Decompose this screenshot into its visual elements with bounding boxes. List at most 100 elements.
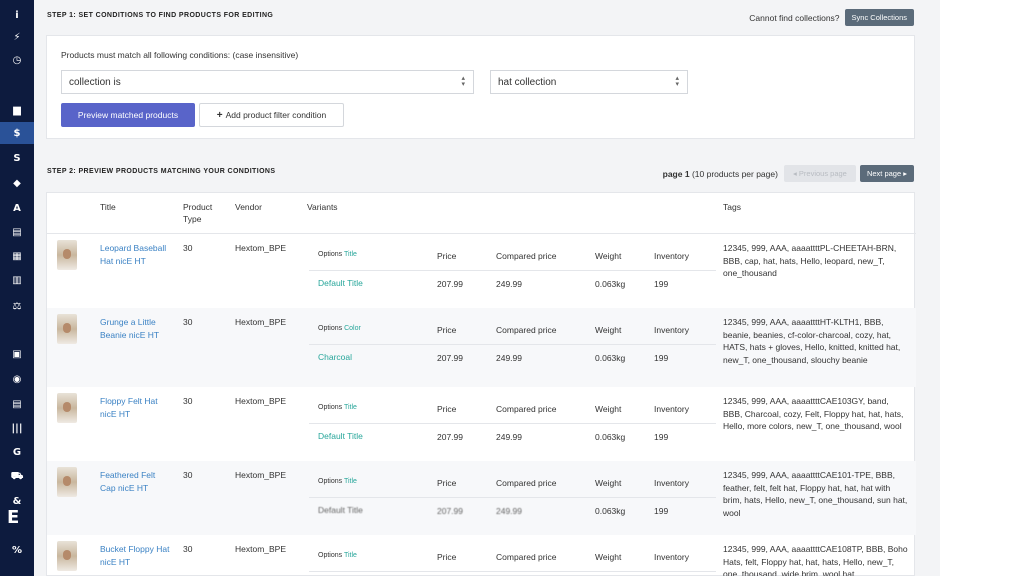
product-type-cell: 30 [183, 396, 193, 406]
table-row: Leopard Baseball Hat nicE HT 30 Hextom_BPE… [47, 234, 916, 308]
options-word: Options [318, 404, 343, 411]
variant-header-inventory: Inventory [654, 552, 689, 562]
previous-page-button[interactable]: ◂ Previous page [783, 165, 856, 182]
sidebar-info-icon[interactable]: i [0, 4, 34, 26]
sidebar-grid-icon[interactable]: ▦ [0, 245, 34, 267]
variant-header-compared: Compared price [496, 478, 557, 488]
sidebar-font-a-icon[interactable]: A [0, 197, 34, 219]
vendor-cell: Hextom_BPE [235, 243, 287, 253]
sidebar-file-icon[interactable]: ▤ [0, 393, 34, 415]
variant-header-weight: Weight [595, 404, 622, 414]
sidebar-strikethrough-s-icon[interactable]: S [0, 147, 34, 169]
select-arrows-icon: ▴ ▾ [675, 75, 679, 88]
sidebar-truck-icon[interactable]: ▆ [0, 99, 34, 121]
step1-title: STEP 1: SET CONDITIONS TO FIND PRODUCTS … [47, 12, 274, 19]
vendor-cell: Hextom_BPE [235, 544, 287, 554]
variant-header-inventory: Inventory [654, 325, 689, 335]
sidebar-eye-icon[interactable]: ◉ [0, 368, 34, 390]
variant-compared-price: 249.99 [496, 506, 522, 516]
table-row: Bucket Floppy Hat nicE HT 30 Hextom_BPE Opt… [47, 535, 916, 576]
product-thumbnail[interactable] [57, 393, 77, 423]
thumbnail-figure [63, 323, 71, 333]
product-thumbnail[interactable] [57, 467, 77, 497]
variant-header-compared: Compared price [496, 552, 557, 562]
sync-area: Cannot find collections? Sync Collection… [749, 9, 914, 26]
vendor-cell: Hextom_BPE [235, 396, 287, 406]
variant-header-price: Price [437, 325, 457, 335]
variant-price: 207.99 [437, 506, 463, 516]
variant-option-value: Charcoal [318, 352, 353, 362]
thumbnail-figure [63, 476, 71, 486]
sidebar-google-g-icon[interactable]: G [0, 441, 34, 463]
tags-cell: 12345, 999, AAA, aaaattttCAE103GY, band,… [723, 396, 904, 431]
variant-header-compared: Compared price [496, 404, 557, 414]
condition-field-select[interactable]: collection is ▴ ▾ [61, 70, 474, 94]
sidebar-cart-icon[interactable]: ⛟ [0, 466, 34, 488]
sidebar-barcode-icon[interactable]: ||| [0, 417, 34, 439]
sidebar-tag-icon[interactable]: ◆ [0, 172, 34, 194]
preview-matched-button[interactable]: Preview matched products [61, 103, 195, 127]
variant-price: 207.99 [437, 353, 463, 363]
thumbnail-figure [63, 402, 71, 412]
variant-weight: 0.063kg [595, 353, 626, 363]
variant-header-price: Price [437, 478, 457, 488]
variant-header-inventory: Inventory [654, 478, 689, 488]
vendor-cell: Hextom_BPE [235, 317, 287, 327]
watermark-logo-icon: Ε [7, 507, 20, 528]
condition-value-select[interactable]: hat collection ▴ ▾ [490, 70, 688, 94]
variant-header-weight: Weight [595, 478, 622, 488]
variant-compared-price: 249.99 [496, 353, 522, 363]
variant-inventory: 199 [654, 279, 669, 289]
next-page-button[interactable]: Next page ▸ [859, 165, 914, 182]
sidebar-bolt-icon[interactable]: ⚡ [0, 26, 34, 48]
select-arrows-icon: ▴ ▾ [461, 75, 465, 88]
variant-divider [309, 423, 716, 424]
product-type-cell: 30 [183, 544, 193, 554]
product-thumbnail[interactable] [57, 314, 77, 344]
sidebar-dollar-icon[interactable]: $ [0, 122, 34, 144]
variant-weight: 0.063kg [595, 506, 626, 516]
tags-cell: 12345, 999, AAA, aaaattttCAE108TP, BBB, … [723, 544, 908, 576]
product-thumbnail[interactable] [57, 541, 77, 571]
table-row: Floppy Felt Hat nicE HT 30 Hextom_BPE Optio… [47, 387, 916, 461]
plus-icon: + [216, 109, 223, 121]
conditions-text: Products must match all following condit… [61, 50, 299, 60]
variant-options-label: Options Title [318, 404, 357, 411]
tags-cell: 12345, 999, AAA, aaaattttHT-KLTH1, BBB, … [723, 317, 901, 365]
per-page-text: (10 products per page) [691, 168, 778, 179]
variant-divider [309, 571, 716, 572]
add-filter-condition-button[interactable]: + Add product filter condition [199, 103, 344, 127]
sidebar-clock-icon[interactable]: ◷ [0, 49, 34, 71]
product-title-link[interactable]: Grunge a Little Beanie nicE HT [100, 316, 170, 341]
variant-header-price: Price [437, 251, 457, 261]
product-title-link[interactable]: Feathered Felt Cap nicE HT [100, 469, 170, 494]
right-margin [940, 0, 1024, 576]
product-title-link[interactable]: Leopard Baseball Hat nicE HT [100, 242, 170, 267]
variant-compared-price: 249.99 [496, 432, 522, 442]
variant-inventory: 199 [654, 353, 669, 363]
variant-price: 207.99 [437, 432, 463, 442]
variant-divider [309, 344, 716, 345]
tags-cell: 12345, 999, AAA, aaaattttPL-CHEETAH-BRN,… [723, 243, 897, 278]
sidebar-shield-icon[interactable]: ▣ [0, 343, 34, 365]
sync-collections-button[interactable]: Sync Collections [844, 9, 914, 26]
sidebar-building-icon[interactable]: ▥ [0, 269, 34, 291]
options-word: Options [318, 478, 343, 485]
sidebar-document-icon[interactable]: ▤ [0, 221, 34, 243]
option-name: Title [343, 552, 357, 559]
thumbnail-figure [63, 249, 71, 259]
variant-header-inventory: Inventory [654, 404, 689, 414]
product-title-link[interactable]: Bucket Floppy Hat nicE HT [100, 543, 170, 568]
product-thumbnail[interactable] [57, 240, 77, 270]
tags-cell: 12345, 999, AAA, aaaattttCAE101-TPE, BBB… [723, 470, 908, 518]
product-title-link[interactable]: Floppy Felt Hat nicE HT [100, 395, 170, 420]
page-info: page 1 (10 products per page) [663, 169, 778, 179]
sidebar-percent-icon[interactable]: % [0, 539, 34, 561]
sidebar: i ⚡ ◷ ▆ $ S ◆ A ▤ ▦ ▥ ⚖ ▣ ◉ ▤ ||| G ⛟ &% [0, 0, 34, 576]
sidebar-balance-scale-icon[interactable]: ⚖ [0, 295, 34, 317]
variant-divider [309, 270, 716, 271]
variant-compared-price: 249.99 [496, 279, 522, 289]
variant-header-inventory: Inventory [654, 251, 689, 261]
variant-options-label: Options Title [318, 552, 357, 559]
option-name: Color [344, 325, 361, 332]
